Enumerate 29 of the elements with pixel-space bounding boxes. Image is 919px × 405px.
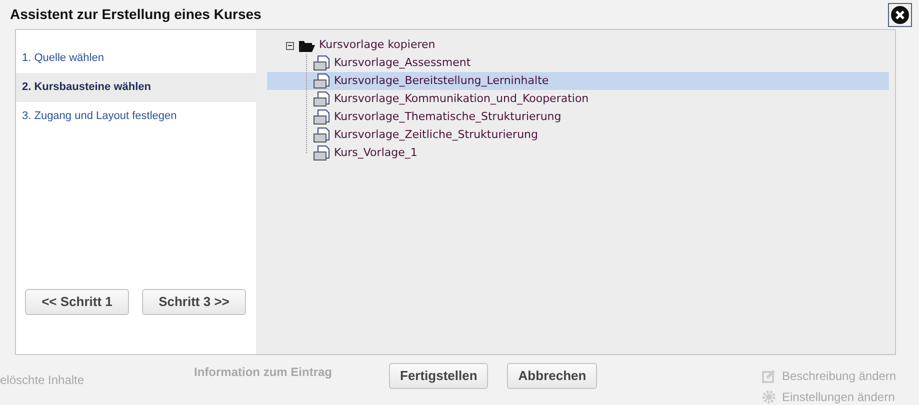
- step-button[interactable]: << Schritt 1: [25, 289, 129, 315]
- document-icon: [313, 73, 330, 89]
- close-icon: [891, 6, 909, 24]
- tree-item[interactable]: Kursvorlage_Zeitliche_Strukturierung: [267, 126, 889, 144]
- settings-icon: [762, 390, 776, 404]
- tree-item[interactable]: Kurs_Vorlage_1: [267, 144, 889, 162]
- dialog-button[interactable]: Fertigstellen: [389, 363, 488, 389]
- document-icon: [313, 55, 330, 71]
- tree-item[interactable]: Kursvorlage_Bereitstellung_Lerninhalte: [267, 72, 889, 90]
- background-section-title: Information zum Eintrag: [194, 364, 332, 381]
- document-icon: [313, 91, 330, 107]
- document-icon: [313, 109, 330, 125]
- tree-node-label[interactable]: Kursvorlage kopieren: [319, 37, 436, 54]
- folder-icon: [298, 38, 315, 52]
- dialog-button[interactable]: Abbrechen: [507, 363, 598, 389]
- window-title: Assistent zur Erstellung eines Kurses: [10, 5, 262, 24]
- step-button[interactable]: Schritt 3 >>: [142, 289, 246, 315]
- tree-item[interactable]: Kursvorlage_Assessment: [267, 54, 889, 72]
- edit-icon: [762, 369, 776, 383]
- background-action: Beschreibung ändern: [782, 368, 896, 385]
- document-icon: [313, 145, 330, 161]
- close-button[interactable]: [888, 2, 912, 26]
- document-icon: [313, 127, 330, 143]
- tree-item[interactable]: Kursvorlage_Thematische_Strukturierung: [267, 108, 889, 126]
- tree-item[interactable]: Kursvorlage_Kommunikation_und_Kooperation: [267, 90, 889, 108]
- background-sidebar-item: elöschte Inhalte: [0, 372, 84, 389]
- step-item[interactable]: 2. Kursbausteine wählen: [16, 73, 256, 102]
- background-action: Einstellungen ändern: [782, 389, 895, 405]
- collapse-toggle[interactable]: [286, 42, 294, 50]
